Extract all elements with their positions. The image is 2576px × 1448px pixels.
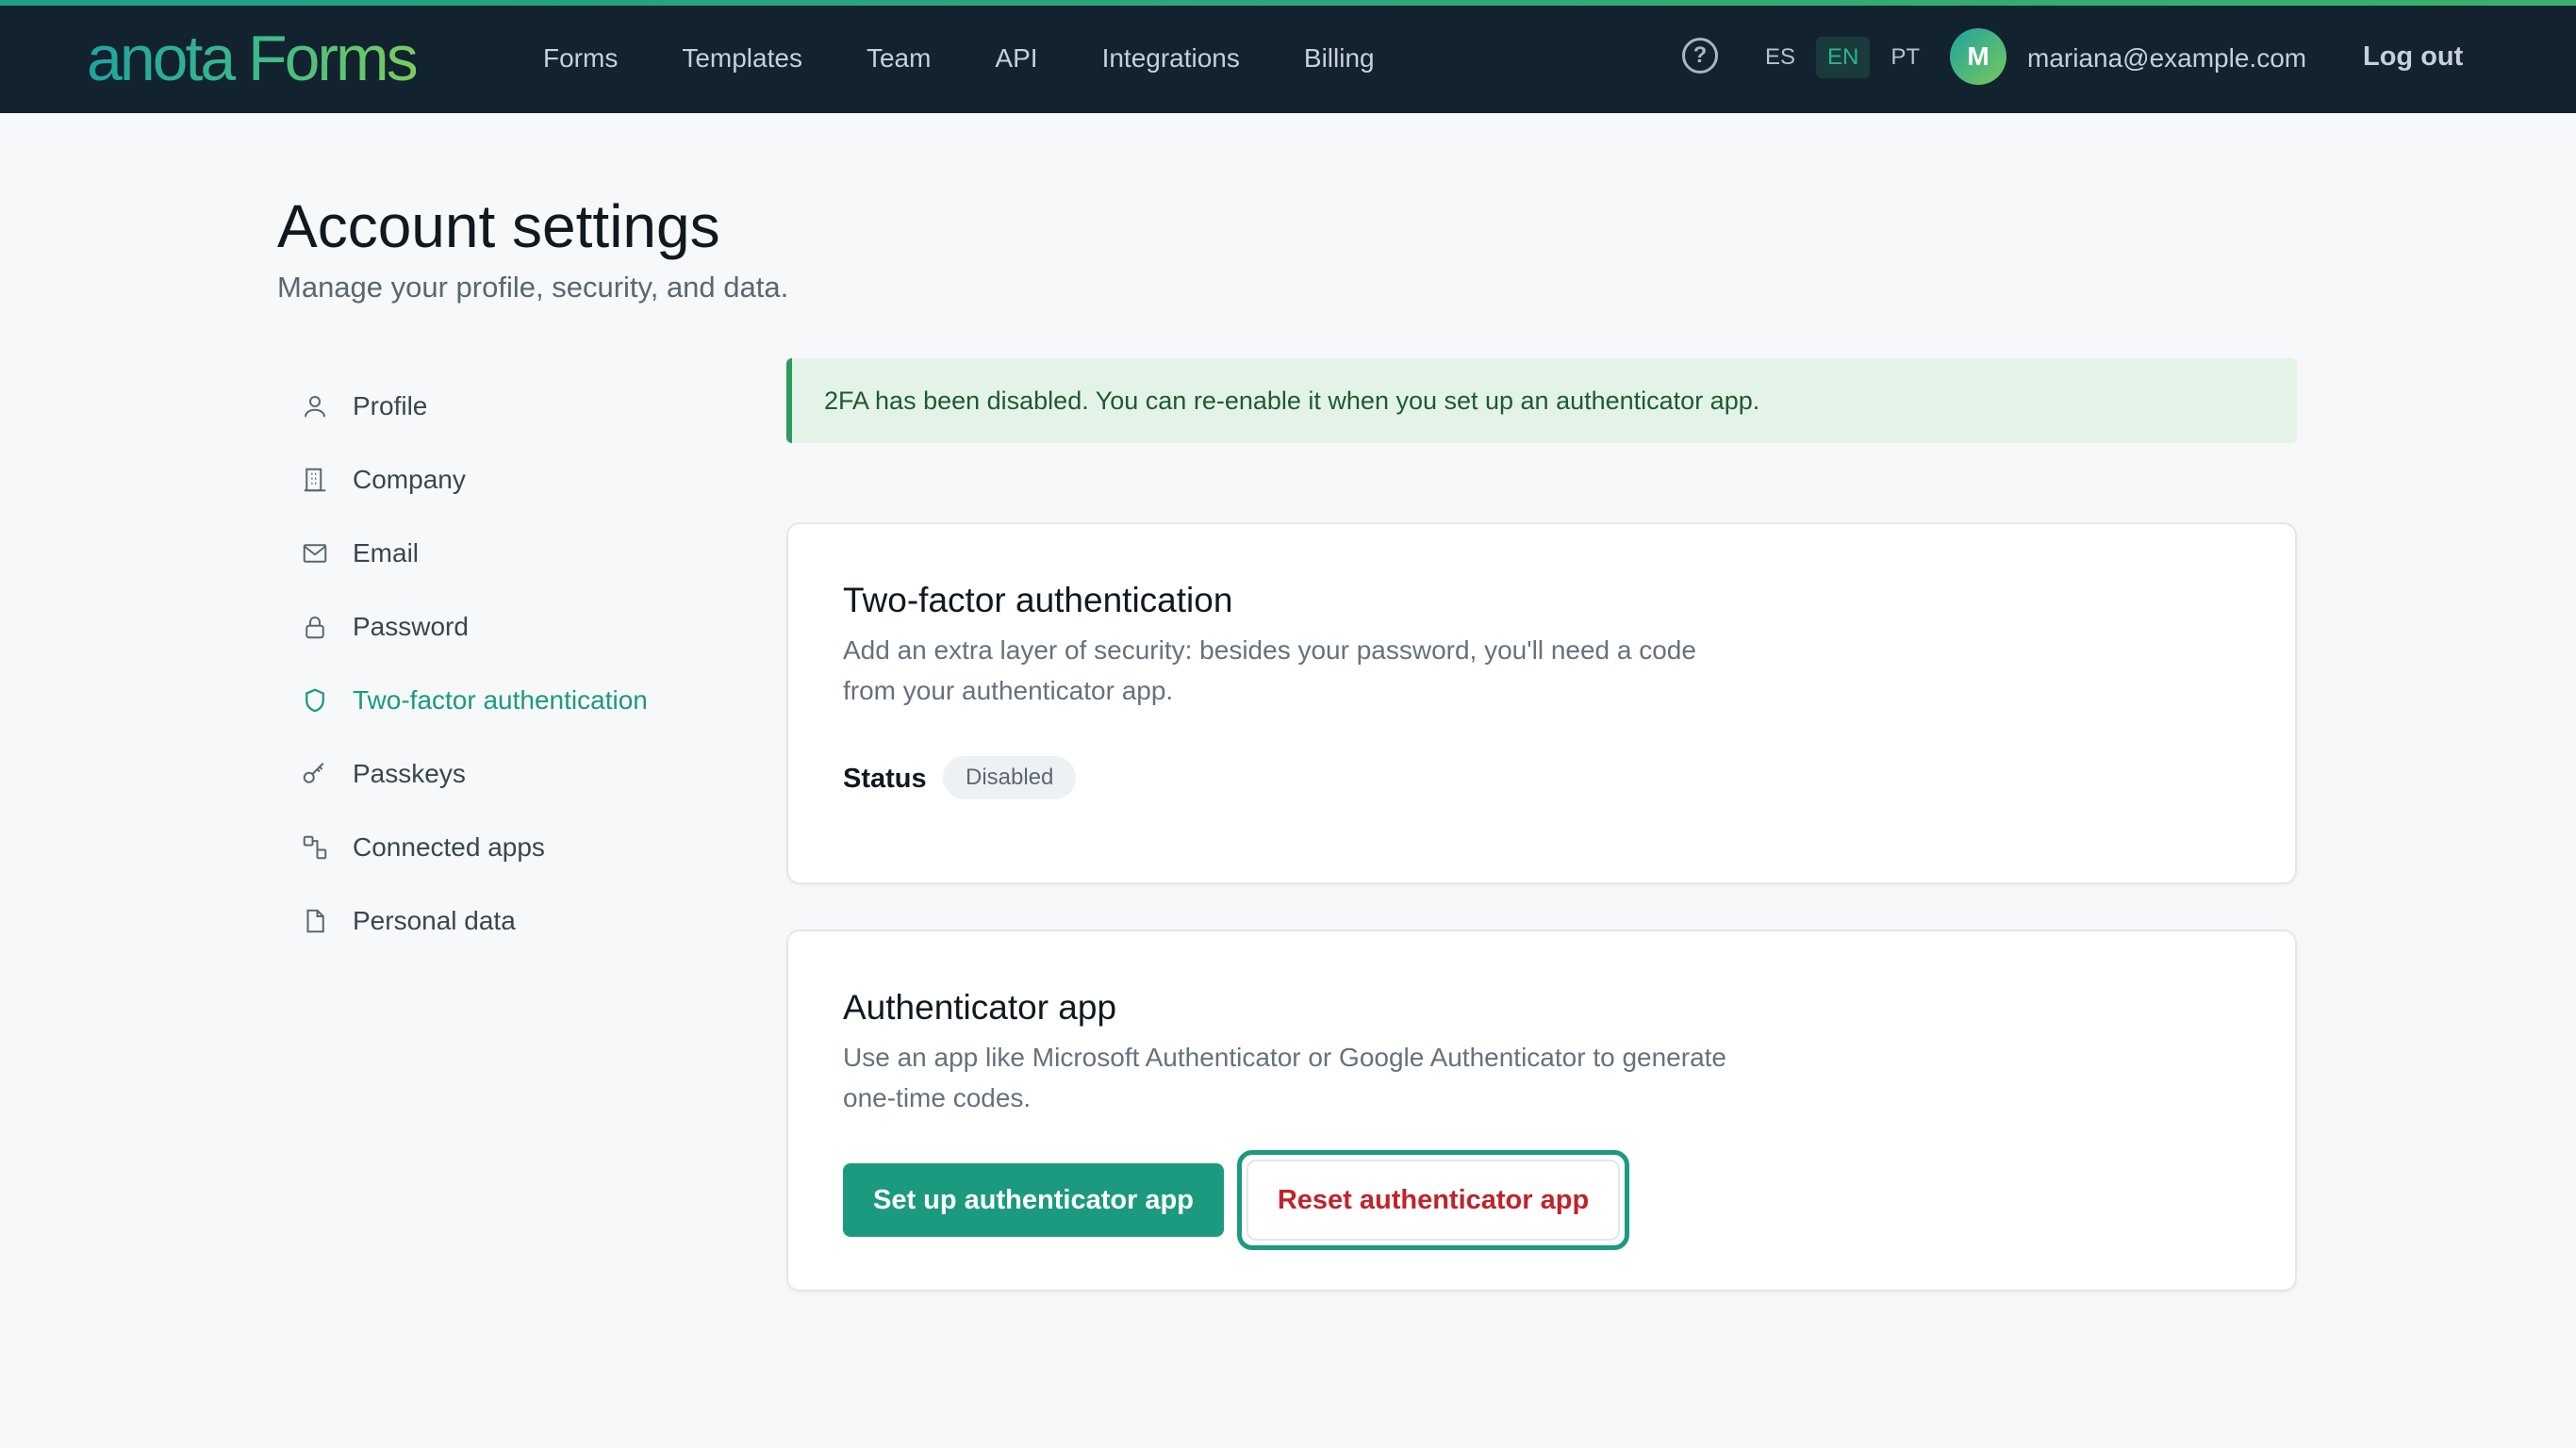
top-navbar: anota Forms Forms Templates Team API Int… [0,0,2576,113]
sidebar-item-profile[interactable]: Profile [298,370,732,443]
mail-icon [298,536,332,570]
card-description: Use an app like Microsoft Authenticator … [843,1043,1727,1112]
sidebar-item-label: Profile [353,391,428,420]
user-icon [298,389,332,423]
sidebar-item-password[interactable]: Password [298,590,732,664]
nav-billing[interactable]: Billing [1272,38,1407,79]
page-subtitle: Manage your profile, security, and data. [277,271,789,304]
nav-team[interactable]: Team [834,38,963,79]
language-switcher: ES EN PT [1754,37,1931,78]
lang-pt[interactable]: PT [1879,37,1931,78]
shield-icon [298,683,332,717]
two-factor-card: Two-factor authentication Add an extra l… [786,522,2297,884]
sidebar-item-personal-data[interactable]: Personal data [298,884,732,958]
status-badge: Disabled [943,756,1077,799]
authenticator-app-card: Authenticator app Use an app like Micros… [786,930,2297,1292]
page-title: Account settings [277,192,720,260]
main-nav: Forms Templates Team API Integrations Bi… [511,38,1407,79]
status-label: Status [843,764,927,794]
lang-es[interactable]: ES [1754,37,1807,78]
card-title: Authenticator app [843,988,1117,1027]
sidebar-item-label: Email [353,538,420,568]
nav-forms[interactable]: Forms [511,38,650,79]
accent-line [0,0,2576,6]
sidebar-item-label: Connected apps [353,832,545,862]
lang-en[interactable]: EN [1816,37,1871,78]
document-icon [298,904,332,938]
logout-button[interactable]: Log out [2363,36,2463,77]
settings-sidebar: Profile Company Email Password Two-facto… [298,370,732,958]
sidebar-item-company[interactable]: Company [298,443,732,517]
success-alert: 2FA has been disabled. You can re-enable… [786,358,2297,443]
card-title: Two-factor authentication [843,581,1233,619]
nav-integrations[interactable]: Integrations [1070,38,1272,79]
sidebar-item-label: Password [353,612,469,641]
key-icon [298,757,332,791]
sidebar-item-two-factor[interactable]: Two-factor authentication [298,664,732,737]
sidebar-item-connected-apps[interactable]: Connected apps [298,811,732,884]
alert-message: 2FA has been disabled. You can re-enable… [824,386,1760,415]
avatar[interactable]: M [1950,28,2006,85]
logo[interactable]: anota Forms [87,21,419,96]
reset-authenticator-button[interactable]: Reset authenticator app [1247,1160,1620,1241]
sidebar-item-label: Passkeys [353,759,466,788]
card-description: Add an extra layer of security: besides … [843,635,1696,705]
building-icon [298,463,332,497]
nav-templates[interactable]: Templates [650,38,834,79]
lock-icon [298,610,332,644]
sidebar-item-label: Company [353,465,466,494]
connected-apps-icon [298,831,332,864]
setup-authenticator-button[interactable]: Set up authenticator app [843,1163,1224,1237]
sidebar-item-email[interactable]: Email [298,517,732,590]
sidebar-item-label: Personal data [353,906,516,935]
help-icon[interactable]: ? [1682,38,1718,74]
nav-api[interactable]: API [963,38,1069,79]
sidebar-item-label: Two-factor authentication [353,685,648,715]
user-email[interactable]: mariana@example.com [2027,38,2306,79]
sidebar-item-passkeys[interactable]: Passkeys [298,737,732,811]
